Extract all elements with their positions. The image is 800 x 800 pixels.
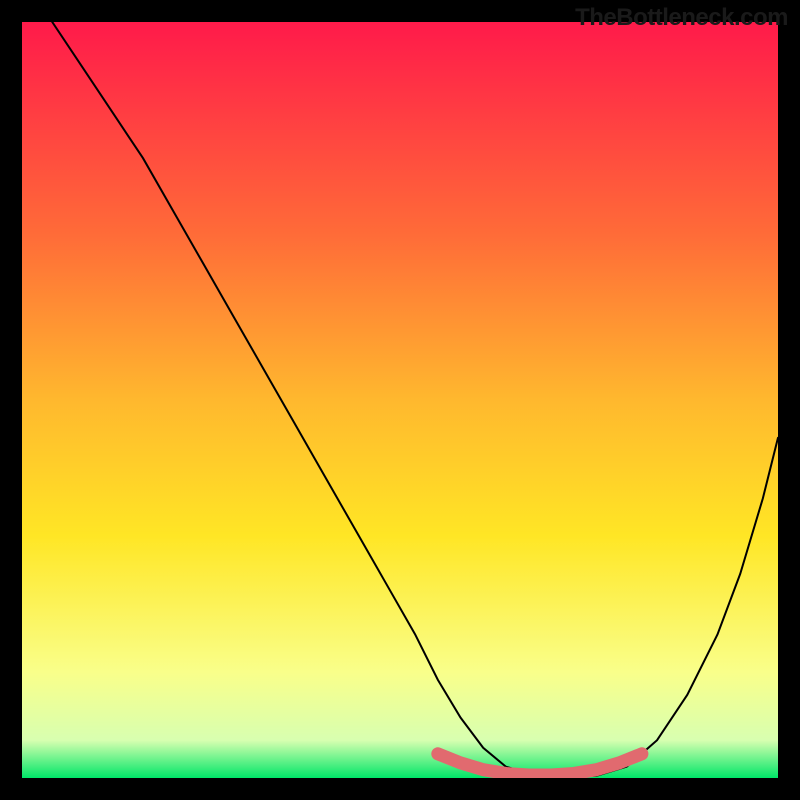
- chart-container: TheBottleneck.com: [0, 0, 800, 800]
- chart-svg: [22, 22, 778, 778]
- watermark-text: TheBottleneck.com: [575, 4, 788, 32]
- gradient-background: [22, 22, 778, 778]
- chart-plot-area: [22, 22, 778, 778]
